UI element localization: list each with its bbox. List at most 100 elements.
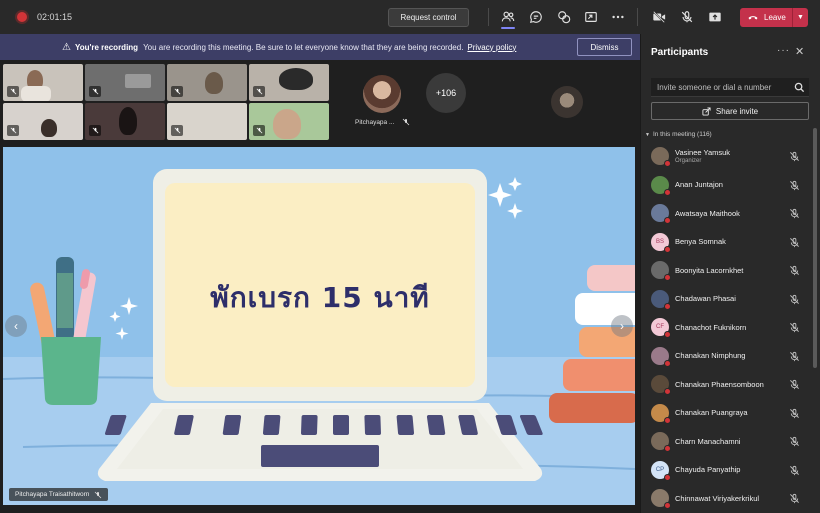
avatar: BS — [651, 232, 671, 253]
avatar — [651, 175, 671, 196]
chevron-down-icon[interactable]: ▼ — [792, 8, 808, 27]
share-content-icon[interactable] — [707, 9, 723, 25]
participant-name: Chanakan Nimphung — [675, 351, 746, 361]
participant-row[interactable]: CP Chayuda Panyathip — [641, 456, 811, 485]
microphone-muted-icon[interactable] — [679, 9, 695, 25]
dismiss-button[interactable]: Dismiss — [577, 38, 632, 56]
camera-off-icon[interactable] — [651, 9, 667, 25]
participant-name: Chayuda Panyathip — [675, 465, 741, 475]
reactions-icon[interactable] — [556, 9, 572, 25]
presenter-name: Pitchayapa Traisathitworn — [15, 491, 90, 498]
microphone-muted-icon[interactable] — [789, 237, 800, 248]
share-tray-icon[interactable] — [583, 9, 599, 25]
request-control-button[interactable]: Request control — [388, 8, 469, 27]
participant-row[interactable]: Chanakan Puangraya — [641, 399, 811, 428]
participant-row[interactable]: Chadawan Phasai — [641, 285, 811, 314]
video-tile[interactable] — [249, 64, 329, 101]
recording-indicator-icon — [17, 12, 27, 22]
participant-row[interactable]: Awatsaya Maithook — [641, 199, 811, 228]
participant-row[interactable]: Charn Manachamni — [641, 427, 811, 456]
microphone-muted-icon[interactable] — [789, 151, 800, 162]
microphone-muted-icon — [89, 125, 101, 136]
more-options-icon[interactable]: ··· — [777, 45, 790, 56]
microphone-muted-icon[interactable] — [789, 493, 800, 504]
video-tile[interactable] — [167, 103, 247, 140]
microphone-muted-icon[interactable] — [789, 351, 800, 362]
microphone-muted-icon — [402, 118, 410, 126]
participant-row[interactable]: Vasinee Yamsuk Organizer — [641, 142, 811, 171]
phone-hangup-icon — [748, 13, 758, 22]
participant-row[interactable]: CF Chanachot Fuknikorn — [641, 313, 811, 342]
video-tile[interactable] — [249, 103, 329, 140]
participant-list: Vasinee Yamsuk Organizer Anan Juntajon A… — [641, 142, 811, 513]
status-badge — [664, 388, 671, 396]
search-icon[interactable] — [794, 82, 805, 93]
status-badge — [664, 217, 671, 225]
status-badge — [664, 502, 671, 510]
slide-title: พักเบรก 15 นาที — [210, 281, 430, 314]
avatar: CF — [651, 318, 671, 339]
participant-row[interactable]: Chanakan Nimphung — [641, 342, 811, 371]
avatar — [651, 403, 671, 424]
scrollbar[interactable] — [813, 128, 817, 368]
microphone-muted-icon[interactable] — [789, 408, 800, 419]
more-participants-button[interactable]: +106 — [426, 73, 466, 113]
avatar — [651, 489, 671, 510]
microphone-muted-icon[interactable] — [789, 180, 800, 191]
video-tile[interactable] — [85, 64, 165, 101]
leave-label: Leave — [764, 13, 786, 22]
privacy-policy-link[interactable]: Privacy policy — [467, 43, 516, 52]
participant-row[interactable]: Anan Juntajon — [641, 171, 811, 200]
microphone-muted-icon — [7, 86, 19, 97]
close-icon[interactable]: ✕ — [795, 45, 804, 58]
slide-illustration: พักเบรก 15 นาที — [3, 169, 635, 505]
microphone-muted-icon[interactable] — [789, 322, 800, 333]
participant-row[interactable]: BS Benya Somnak — [641, 228, 811, 257]
previous-slide-button[interactable]: ‹ — [5, 315, 27, 337]
status-badge — [664, 160, 671, 168]
next-slide-button[interactable]: › — [611, 315, 633, 337]
panel-title: Participants — [651, 47, 709, 58]
video-tile[interactable] — [167, 64, 247, 101]
presenter-name-tag: Pitchayapa Traisathitworn — [9, 488, 109, 501]
microphone-muted-icon — [171, 125, 183, 136]
warning-icon: ⚠ — [62, 41, 71, 53]
featured-participant-name: Pitchayapa ... — [355, 119, 395, 126]
microphone-muted-icon[interactable] — [789, 208, 800, 219]
more-actions-icon[interactable] — [610, 9, 626, 25]
microphone-muted-icon — [171, 86, 183, 97]
leave-button[interactable]: Leave ▼ — [740, 8, 808, 27]
participant-name: Charn Manachamni — [675, 436, 741, 446]
in-meeting-section[interactable]: ▼ In this meeting (116) — [645, 131, 712, 138]
video-gallery — [0, 60, 640, 144]
microphone-muted-icon[interactable] — [789, 265, 800, 276]
video-tile[interactable] — [3, 103, 83, 140]
teams-meeting-window: 02:01:15 Request control Leave ▼ ⚠ You'r… — [0, 0, 820, 513]
status-badge — [664, 331, 671, 339]
video-tile[interactable] — [3, 64, 83, 101]
participant-row[interactable]: Chinnawat Viriyakerkrikul — [641, 484, 811, 513]
shared-screen: พักเบรก 15 นาที ‹ › Pitchayapa Traisathi… — [3, 147, 635, 505]
avatar — [651, 261, 671, 282]
video-tile[interactable] — [85, 103, 165, 140]
status-badge — [664, 359, 671, 367]
microphone-muted-icon[interactable] — [789, 379, 800, 390]
share-invite-button[interactable]: Share invite — [651, 102, 809, 120]
avatar — [651, 289, 671, 310]
participant-name: Anan Juntajon — [675, 180, 723, 190]
participant-row[interactable]: Boonyita Lacornkhet — [641, 256, 811, 285]
chat-icon[interactable] — [528, 9, 544, 25]
recording-banner-message: You are recording this meeting. Be sure … — [143, 42, 464, 52]
participant-avatar[interactable] — [363, 75, 401, 113]
participant-row[interactable]: Chanakan Phaensomboon — [641, 370, 811, 399]
invite-input[interactable] — [651, 78, 809, 97]
microphone-muted-icon[interactable] — [789, 465, 800, 476]
participant-avatar[interactable] — [551, 86, 583, 118]
microphone-muted-icon[interactable] — [789, 294, 800, 305]
avatar — [651, 147, 671, 168]
people-icon[interactable] — [500, 9, 516, 29]
status-badge — [664, 245, 671, 253]
participant-name: Chadawan Phasai — [675, 294, 736, 304]
microphone-muted-icon — [253, 86, 265, 97]
microphone-muted-icon[interactable] — [789, 436, 800, 447]
